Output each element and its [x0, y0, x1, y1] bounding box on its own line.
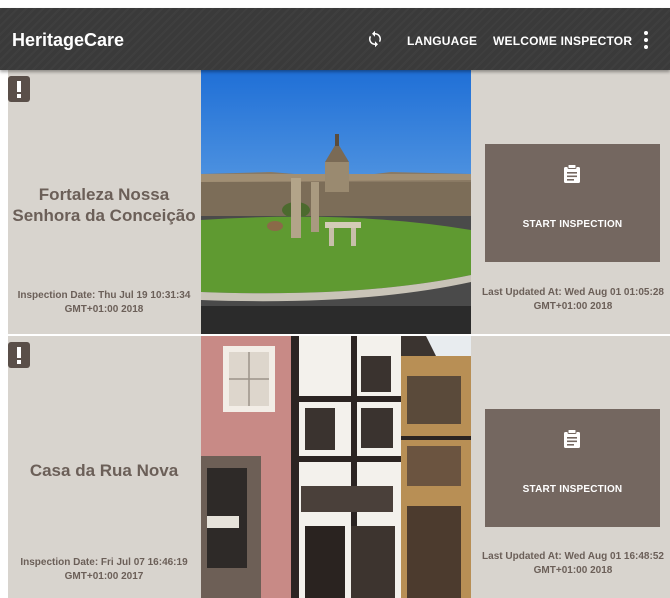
- start-inspection-button[interactable]: START INSPECTION: [485, 144, 660, 262]
- start-inspection-label: START INSPECTION: [522, 219, 623, 230]
- clipboard-icon: [564, 164, 580, 183]
- language-button[interactable]: LANGUAGE: [407, 34, 477, 48]
- start-inspection-button[interactable]: START INSPECTION: [485, 409, 660, 527]
- alert-icon: [8, 76, 30, 102]
- inspection-date: Inspection Date: Fri Jul 07 16:46:19 GMT…: [20, 557, 188, 582]
- start-inspection-label: START INSPECTION: [522, 484, 623, 495]
- site-name: Fortaleza Nossa Senhora da Conceição: [12, 185, 196, 225]
- site-photo[interactable]: [201, 70, 471, 334]
- heritage-card: Fortaleza Nossa Senhora da Conceição Ins…: [8, 70, 670, 334]
- welcome-inspector-button[interactable]: WELCOME INSPECTOR: [493, 34, 632, 48]
- site-name: Casa da Rua Nova: [29, 461, 179, 480]
- inspection-date: Inspection Date: Thu Jul 19 10:31:34 GMT…: [17, 290, 191, 315]
- alert-icon: [8, 342, 30, 368]
- more-vert-icon[interactable]: [640, 30, 652, 50]
- app-bar: HeritageCare LANGUAGE WELCOME INSPECTOR: [0, 8, 670, 70]
- last-updated: Last Updated At: Wed Aug 01 01:05:28 GMT…: [482, 287, 664, 312]
- clipboard-icon: [564, 429, 580, 448]
- last-updated: Last Updated At: Wed Aug 01 16:48:52 GMT…: [482, 551, 664, 576]
- app-title: HeritageCare: [12, 30, 125, 50]
- heritage-card: Casa da Rua Nova Inspection Date: Fri Ju…: [8, 336, 670, 598]
- site-photo[interactable]: [201, 336, 471, 598]
- sync-icon[interactable]: [366, 30, 384, 48]
